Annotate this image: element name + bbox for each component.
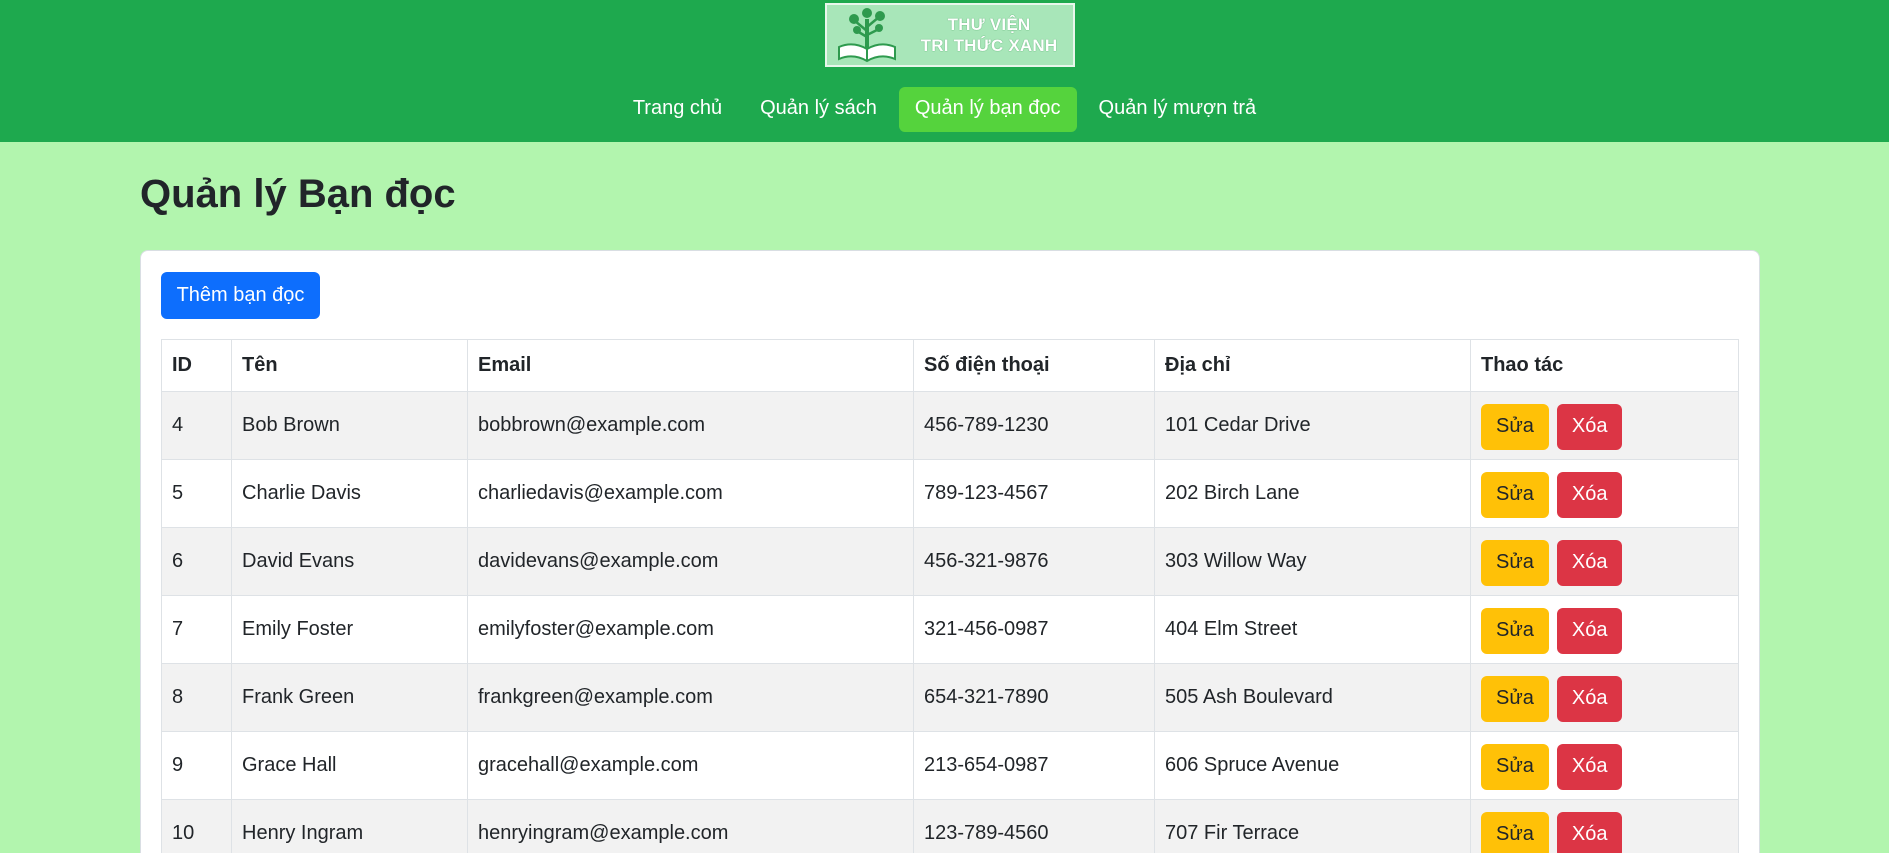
cell-name: Frank Green <box>231 663 468 732</box>
table-row: 8 Frank Green frankgreen@example.com 654-32… <box>161 663 1739 732</box>
cell-actions: Sửa Xóa <box>1470 459 1739 528</box>
edit-reader-button[interactable]: Sửa <box>1481 811 1549 853</box>
cell-actions: Sửa Xóa <box>1470 799 1739 853</box>
edit-reader-button[interactable]: Sửa <box>1481 539 1549 586</box>
delete-reader-button[interactable]: Xóa <box>1556 539 1623 586</box>
cell-phone: 123-789-4560 <box>913 799 1155 853</box>
top-header: THƯ VIỆN TRI THỨC XANH Trang chủ Quản lý… <box>0 0 1889 142</box>
cell-id: 10 <box>161 799 232 853</box>
table-row: 4 Bob Brown bobbrown@example.com 456-789-12… <box>161 391 1739 460</box>
brand-line-1: THƯ VIỆN <box>947 15 1031 34</box>
cell-phone: 213-654-0987 <box>913 731 1155 800</box>
header-actions: Thao tác <box>1470 339 1739 392</box>
cell-name: Emily Foster <box>231 595 468 664</box>
cell-id: 9 <box>161 731 232 800</box>
cell-email: charliedavis@example.com <box>467 459 914 528</box>
add-reader-button[interactable]: Thêm bạn đọc <box>161 272 320 319</box>
readers-card: Thêm bạn đọc ID Tên Email Số điện thoại … <box>140 250 1760 853</box>
table-row: 6 David Evans davidevans@example.com 456-32… <box>161 527 1739 596</box>
cell-address: 404 Elm Street <box>1154 595 1471 664</box>
edit-reader-button[interactable]: Sửa <box>1481 403 1549 450</box>
library-brand-text: THƯ VIỆN TRI THỨC XANH <box>905 14 1073 56</box>
cell-email: henryingram@example.com <box>467 799 914 853</box>
cell-name: Bob Brown <box>231 391 468 460</box>
page-title: Quản lý Bạn đọc <box>140 172 456 216</box>
tree-book-icon <box>838 8 896 63</box>
cell-id: 8 <box>161 663 232 732</box>
cell-id: 5 <box>161 459 232 528</box>
cell-phone: 789-123-4567 <box>913 459 1155 528</box>
table-header-row: ID Tên Email Số điện thoại Địa chỉ Thao … <box>161 339 1739 392</box>
library-logo[interactable]: THƯ VIỆN TRI THỨC XANH <box>825 3 1075 67</box>
nav-borrowing[interactable]: Quản lý mượn trả <box>1083 87 1273 132</box>
table-row: 7 Emily Foster emilyfoster@example.com 321-… <box>161 595 1739 664</box>
nav-readers[interactable]: Quản lý bạn đọc <box>898 87 1077 132</box>
edit-reader-button[interactable]: Sửa <box>1481 675 1549 722</box>
cell-phone: 321-456-0987 <box>913 595 1155 664</box>
cell-address: 505 Ash Boulevard <box>1154 663 1471 732</box>
header-phone: Số điện thoại <box>913 339 1155 392</box>
nav-books[interactable]: Quản lý sách <box>744 87 893 132</box>
delete-reader-button[interactable]: Xóa <box>1556 743 1623 790</box>
cell-name: Charlie Davis <box>231 459 468 528</box>
cell-id: 7 <box>161 595 232 664</box>
delete-reader-button[interactable]: Xóa <box>1556 811 1623 853</box>
cell-actions: Sửa Xóa <box>1470 391 1739 460</box>
edit-reader-button[interactable]: Sửa <box>1481 743 1549 790</box>
cell-address: 101 Cedar Drive <box>1154 391 1471 460</box>
edit-reader-button[interactable]: Sửa <box>1481 471 1549 518</box>
header-email: Email <box>467 339 914 392</box>
main-nav: Trang chủ Quản lý sách Quản lý bạn đọc Q… <box>0 87 1889 132</box>
readers-table: ID Tên Email Số điện thoại Địa chỉ Thao … <box>161 339 1739 853</box>
delete-reader-button[interactable]: Xóa <box>1556 607 1623 654</box>
table-body: 4 Bob Brown bobbrown@example.com 456-789-12… <box>161 391 1739 853</box>
cell-actions: Sửa Xóa <box>1470 595 1739 664</box>
header-name: Tên <box>231 339 468 392</box>
cell-address: 202 Birch Lane <box>1154 459 1471 528</box>
cell-address: 303 Willow Way <box>1154 527 1471 596</box>
cell-phone: 654-321-7890 <box>913 663 1155 732</box>
cell-address: 606 Spruce Avenue <box>1154 731 1471 800</box>
header-id: ID <box>161 339 232 392</box>
cell-address: 707 Fir Terrace <box>1154 799 1471 853</box>
delete-reader-button[interactable]: Xóa <box>1556 403 1623 450</box>
cell-email: davidevans@example.com <box>467 527 914 596</box>
delete-reader-button[interactable]: Xóa <box>1556 675 1623 722</box>
cell-name: Henry Ingram <box>231 799 468 853</box>
cell-id: 6 <box>161 527 232 596</box>
cell-phone: 456-789-1230 <box>913 391 1155 460</box>
cell-phone: 456-321-9876 <box>913 527 1155 596</box>
cell-email: bobbrown@example.com <box>467 391 914 460</box>
header-address: Địa chỉ <box>1154 339 1471 392</box>
cell-id: 4 <box>161 391 232 460</box>
edit-reader-button[interactable]: Sửa <box>1481 607 1549 654</box>
brand-line-2: TRI THỨC XANH <box>920 36 1058 55</box>
cell-name: Grace Hall <box>231 731 468 800</box>
cell-email: gracehall@example.com <box>467 731 914 800</box>
nav-home[interactable]: Trang chủ <box>617 87 738 132</box>
table-row: 9 Grace Hall gracehall@example.com 213-654-… <box>161 731 1739 800</box>
cell-actions: Sửa Xóa <box>1470 663 1739 732</box>
table-row: 10 Henry Ingram henryingram@example.com 123… <box>161 799 1739 853</box>
table-row: 5 Charlie Davis charliedavis@example.com 78… <box>161 459 1739 528</box>
cell-actions: Sửa Xóa <box>1470 527 1739 596</box>
cell-email: emilyfoster@example.com <box>467 595 914 664</box>
delete-reader-button[interactable]: Xóa <box>1556 471 1623 518</box>
cell-name: David Evans <box>231 527 468 596</box>
cell-actions: Sửa Xóa <box>1470 731 1739 800</box>
cell-email: frankgreen@example.com <box>467 663 914 732</box>
